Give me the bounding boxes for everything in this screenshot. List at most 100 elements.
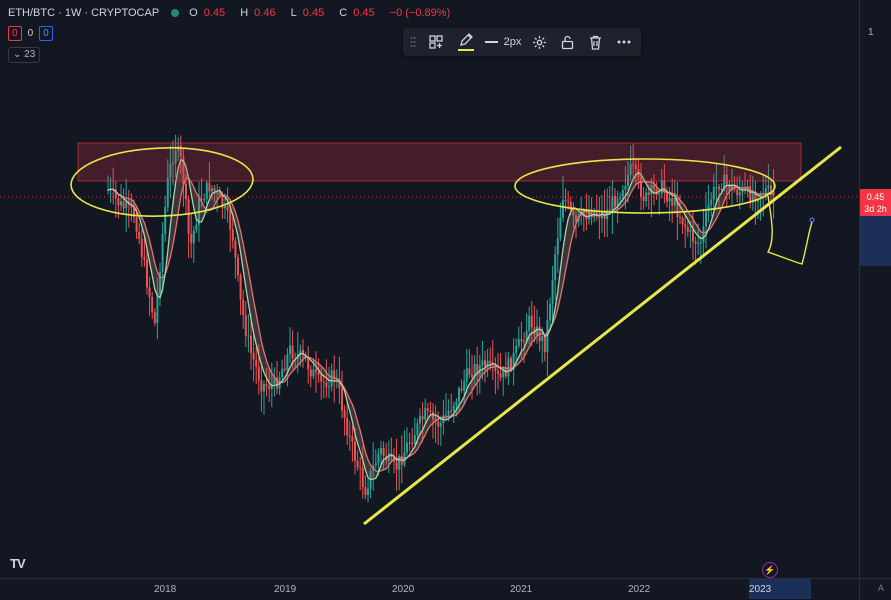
candle-body xyxy=(140,238,143,257)
candle-body xyxy=(543,336,546,353)
candle-body xyxy=(234,240,237,258)
candle-body xyxy=(265,383,268,386)
candle-body xyxy=(718,186,720,190)
candle-body xyxy=(226,205,229,211)
indicators-toggle[interactable]: ⌄ 23 xyxy=(8,47,41,63)
candle-body xyxy=(458,388,460,402)
price-axis-label-top: 1 xyxy=(868,27,874,38)
price-chart[interactable] xyxy=(0,0,859,578)
candle-body xyxy=(556,238,559,255)
chart-canvas[interactable] xyxy=(0,0,859,578)
sell-counter[interactable]: 0 xyxy=(8,26,22,41)
candle-body xyxy=(260,380,263,392)
candle-body xyxy=(244,314,247,336)
candle-body xyxy=(268,385,271,390)
time-label-2023: 2023 xyxy=(749,584,772,595)
trash-icon[interactable] xyxy=(581,28,609,56)
candle-body xyxy=(153,312,156,324)
more-icon[interactable] xyxy=(609,28,639,56)
candle-body xyxy=(185,183,187,200)
candle-body xyxy=(382,448,385,456)
candle-body xyxy=(317,372,320,375)
time-label: 2020 xyxy=(392,584,415,595)
candle-body xyxy=(671,197,674,206)
candle-body xyxy=(530,315,533,328)
candle-body xyxy=(161,233,164,272)
candle-body xyxy=(146,259,148,288)
candle-body xyxy=(195,224,198,231)
projection-arrow[interactable] xyxy=(766,195,813,265)
candle-body xyxy=(484,360,486,367)
line-width-button[interactable]: 2px xyxy=(481,28,525,56)
time-axis[interactable]: 2018 2019 2020 2021 2022 xyxy=(0,578,859,600)
candle-body xyxy=(767,185,770,188)
buy-counter[interactable]: 0 xyxy=(39,26,53,41)
candle-body xyxy=(250,335,252,353)
candle-body xyxy=(307,358,310,370)
candle-body xyxy=(247,335,250,337)
candle-body xyxy=(738,192,741,196)
candle-body xyxy=(283,368,286,370)
bolt-icon[interactable]: ⚡ xyxy=(762,562,778,578)
candle-body xyxy=(689,229,692,232)
candle-body xyxy=(455,401,458,406)
candle-body xyxy=(624,185,627,190)
time-range-highlight: 2023 xyxy=(749,579,811,599)
candle-body xyxy=(187,199,190,235)
candle-body xyxy=(242,299,245,315)
candle-body xyxy=(705,211,707,227)
candle-body xyxy=(320,374,323,382)
candle-body xyxy=(263,383,265,392)
candle-body xyxy=(562,199,564,218)
gear-icon[interactable] xyxy=(525,28,553,56)
price-axis[interactable]: 1 xyxy=(859,0,891,578)
candle-body xyxy=(429,410,432,413)
candle-body xyxy=(710,199,713,205)
candle-body xyxy=(541,336,544,341)
candle-body xyxy=(452,405,455,412)
candle-body xyxy=(359,467,362,469)
candle-body xyxy=(764,187,767,194)
drawing-handle[interactable] xyxy=(809,217,815,223)
candle-body xyxy=(309,369,312,377)
candle-body xyxy=(450,410,453,412)
candle-body xyxy=(715,186,718,188)
templates-icon[interactable] xyxy=(421,28,451,56)
drag-handle-icon[interactable] xyxy=(405,28,421,56)
line-width-icon xyxy=(484,41,498,43)
candle-body xyxy=(421,415,424,420)
candle-body xyxy=(489,360,492,364)
candle-body xyxy=(208,182,211,192)
candle-body xyxy=(364,486,367,496)
candle-body xyxy=(348,435,351,437)
current-price: 0.45 xyxy=(866,192,885,202)
auto-scale-toggle[interactable]: A xyxy=(859,578,891,600)
tradingview-logo[interactable]: TV xyxy=(10,556,26,571)
symbol-title[interactable]: ETH/BTC · 1W · CRYPTOCAP xyxy=(8,7,159,19)
candle-body xyxy=(712,186,715,200)
candle-body xyxy=(608,209,611,211)
candle-body xyxy=(231,229,234,241)
candle-body xyxy=(681,217,684,225)
price-range-highlight xyxy=(860,216,891,266)
candle-body xyxy=(351,436,354,442)
candle-body xyxy=(395,461,398,470)
candle-body xyxy=(237,257,239,276)
candle-body xyxy=(281,368,284,378)
time-label: 2022 xyxy=(628,584,651,595)
unlock-icon[interactable] xyxy=(553,28,581,56)
candle-body xyxy=(546,320,549,353)
candle-body xyxy=(190,234,193,244)
candle-body xyxy=(614,195,616,207)
pencil-color-swatch xyxy=(458,49,474,51)
candle-body xyxy=(694,241,697,244)
candle-body xyxy=(239,275,242,300)
candle-body xyxy=(325,382,328,388)
candle-body xyxy=(361,467,364,487)
candle-body xyxy=(686,226,689,232)
candle-body xyxy=(257,366,260,381)
pencil-icon[interactable] xyxy=(451,28,481,56)
candle-body xyxy=(229,210,232,230)
candle-body xyxy=(419,415,421,424)
candle-body xyxy=(205,182,208,200)
